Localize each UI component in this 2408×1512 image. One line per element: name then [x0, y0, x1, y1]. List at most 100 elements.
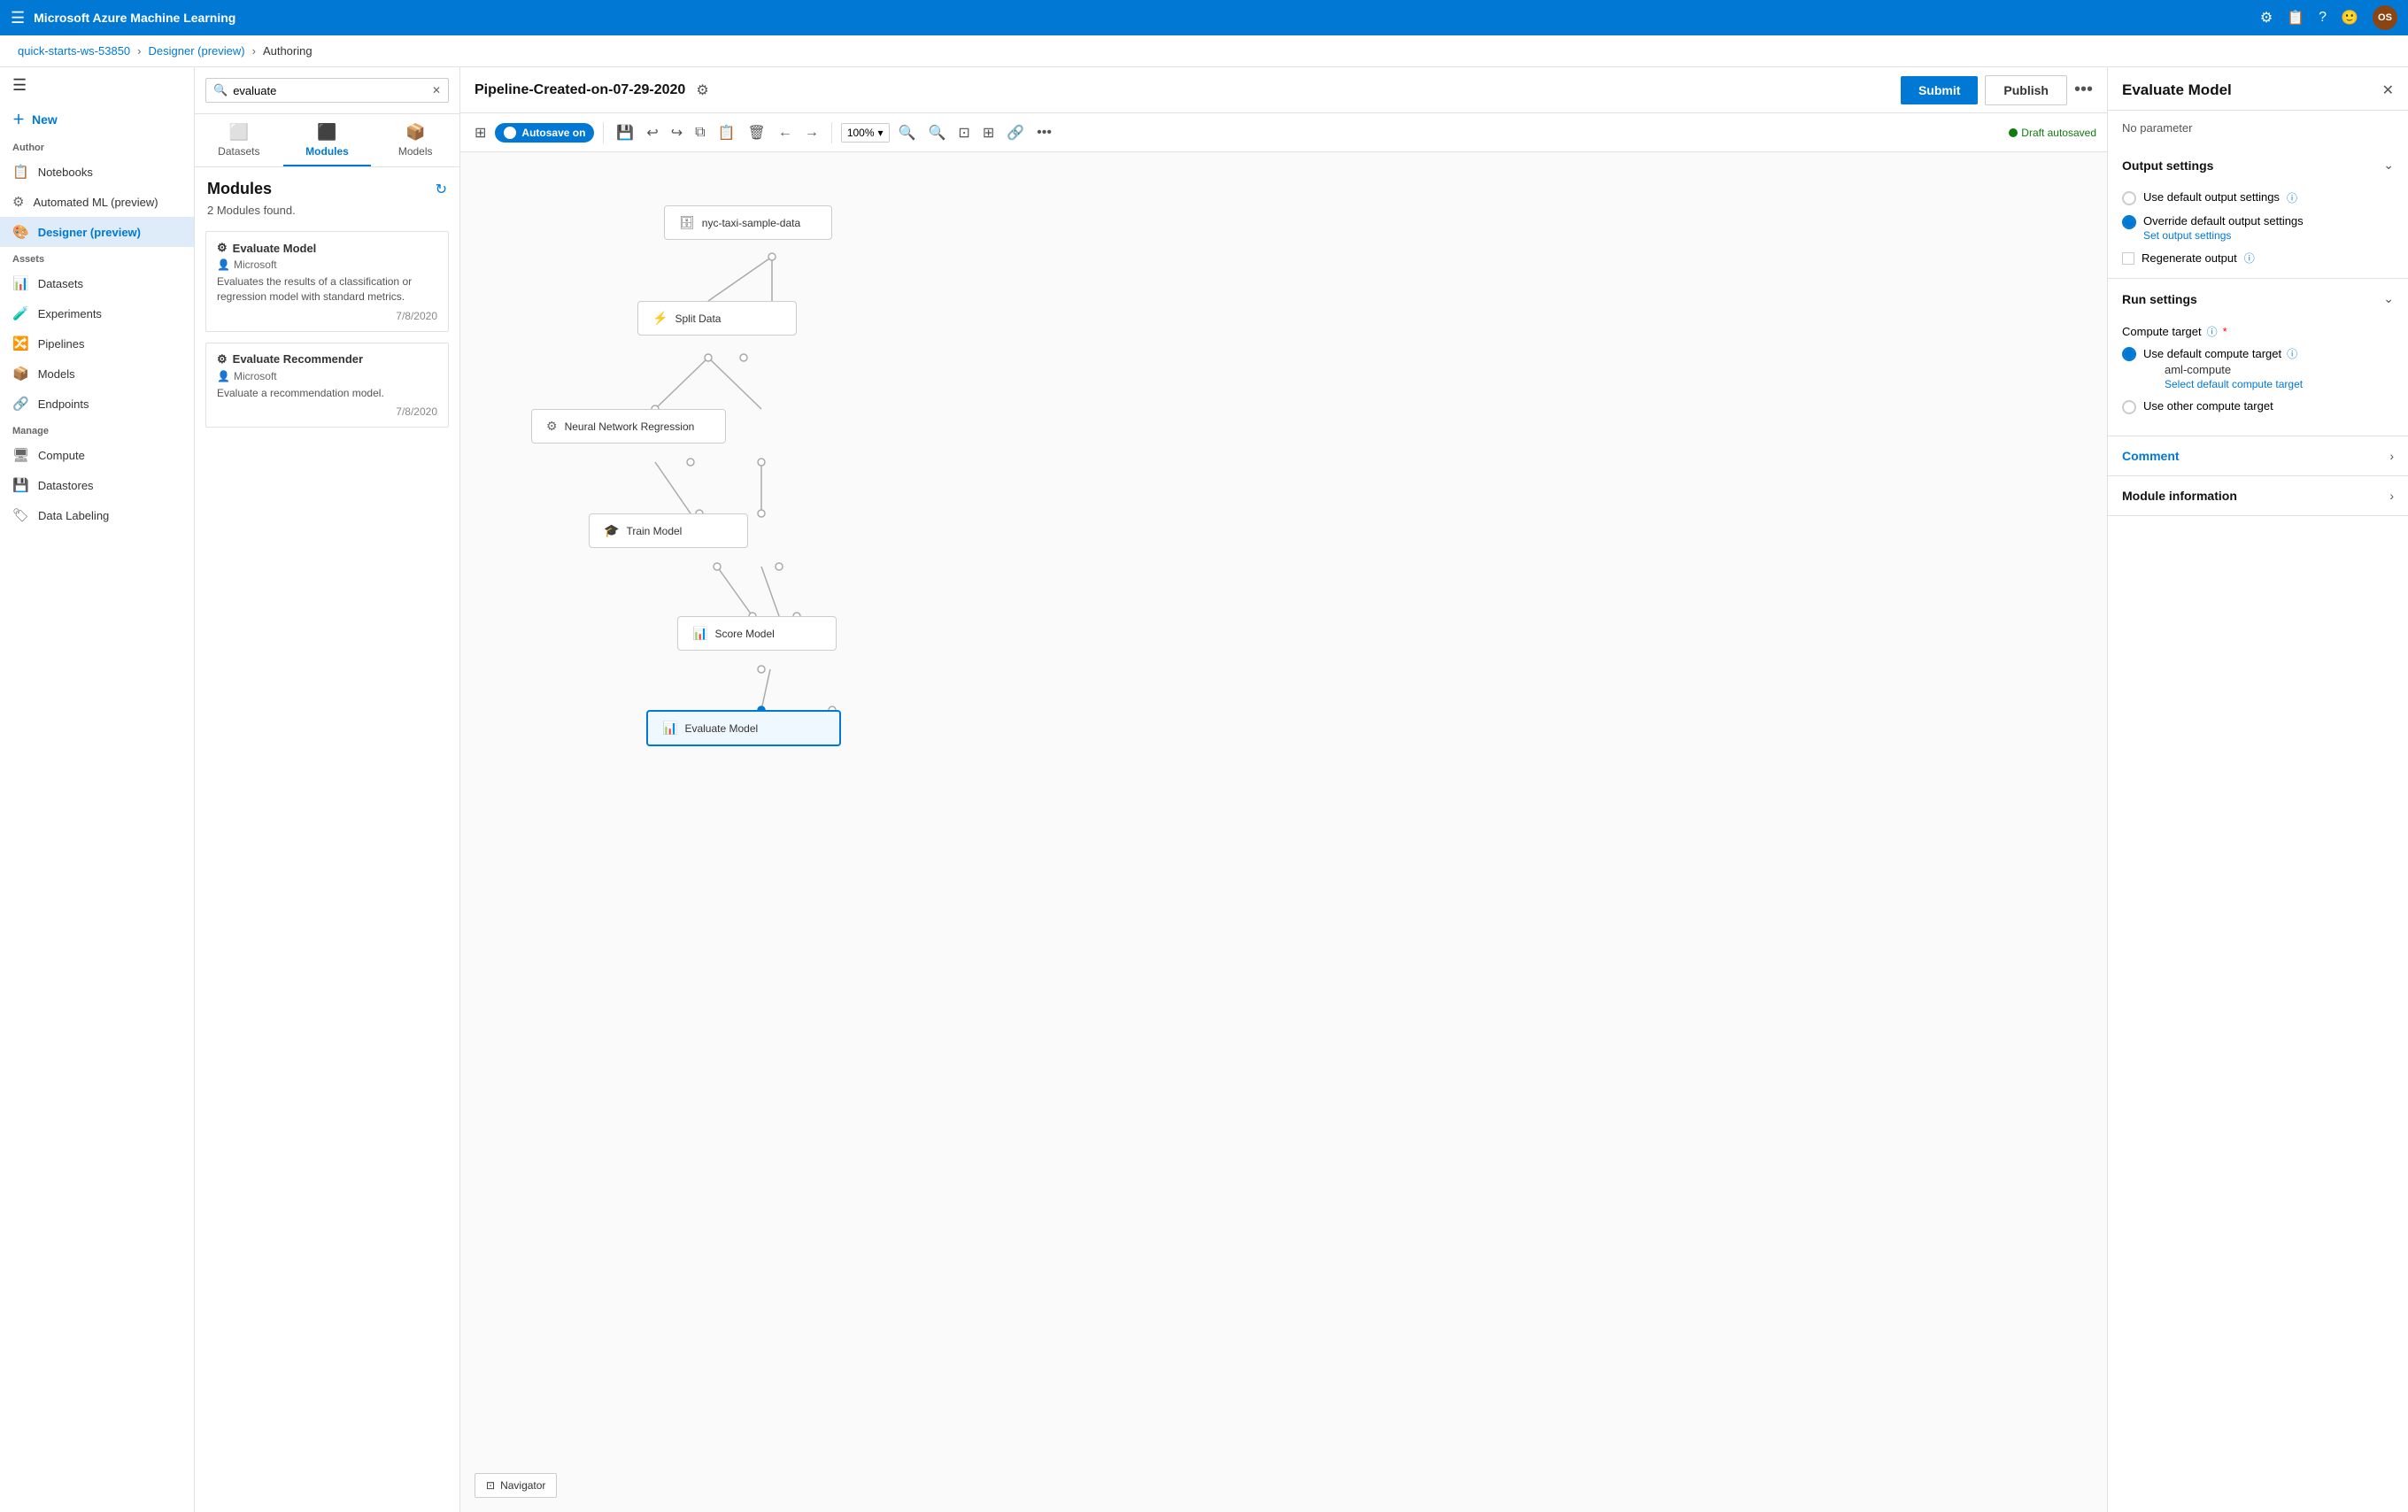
- sidebar-item-notebooks[interactable]: 📋 Notebooks: [0, 157, 194, 187]
- breadcrumb-workspace[interactable]: quick-starts-ws-53850: [18, 44, 130, 58]
- search-icon: 🔍: [213, 83, 228, 97]
- node-neural-net[interactable]: ⚙ Neural Network Regression: [531, 409, 726, 444]
- search-clear-icon[interactable]: ✕: [432, 84, 441, 96]
- left-panel: 🔍 ✕ ⬜ Datasets ⬛ Modules 📦 Models Module…: [195, 67, 460, 1512]
- sidebar-item-pipelines[interactable]: 🔀 Pipelines: [0, 328, 194, 359]
- sidebar-item-experiments[interactable]: 🧪 Experiments: [0, 298, 194, 328]
- layout-icon[interactable]: ⊞: [979, 120, 998, 145]
- paste-icon[interactable]: 📋: [714, 120, 739, 145]
- module-card-evaluate-model[interactable]: ⚙ Evaluate Model 👤 Microsoft Evaluates t…: [205, 231, 449, 332]
- undo-icon[interactable]: ↩: [643, 120, 661, 145]
- pipeline-settings-icon[interactable]: ⚙: [696, 81, 708, 99]
- back-icon[interactable]: ←: [775, 121, 796, 144]
- module-card-desc-0: Evaluates the results of a classificatio…: [217, 274, 437, 305]
- run-settings-header[interactable]: Run settings ⌄: [2108, 279, 2408, 319]
- endpoints-icon: 🔗: [12, 396, 29, 412]
- new-button[interactable]: ＋ New: [0, 104, 194, 135]
- smiley-icon[interactable]: 🙂: [2341, 9, 2358, 27]
- automatedml-icon: ⚙: [12, 194, 24, 210]
- right-panel-close[interactable]: ✕: [2382, 81, 2394, 99]
- sidebar-item-compute[interactable]: 🖥 Compute: [0, 440, 194, 470]
- hamburger-icon[interactable]: ☰: [11, 9, 25, 27]
- help-icon[interactable]: ?: [2319, 10, 2327, 26]
- use-other-compute-radio[interactable]: [2122, 400, 2136, 414]
- sidebar: ☰ ＋ New Author 📋 Notebooks ⚙ Automated M…: [0, 67, 195, 1512]
- use-default-output-radio[interactable]: [2122, 191, 2136, 205]
- redo-icon[interactable]: ↪: [668, 120, 686, 145]
- use-default-output-row: Use default output settings ⓘ: [2122, 190, 2394, 205]
- settings-icon[interactable]: ⚙: [2260, 9, 2273, 27]
- module-card-title-evaluate: ⚙ Evaluate Model: [217, 241, 437, 255]
- node-nyc-taxi[interactable]: 🗄 nyc-taxi-sample-data: [664, 205, 832, 240]
- regenerate-output-row: Regenerate output ⓘ: [2122, 251, 2394, 266]
- compute-icon: 🖥: [12, 447, 29, 463]
- sidebar-item-automated-ml[interactable]: ⚙ Automated ML (preview): [0, 187, 194, 217]
- delete-icon[interactable]: 🗑: [745, 120, 769, 145]
- tab-models[interactable]: 📦 Models: [371, 114, 459, 166]
- submit-button[interactable]: Submit: [1901, 76, 1978, 104]
- feedback-icon[interactable]: 📋: [2287, 9, 2304, 27]
- regenerate-help-icon[interactable]: ⓘ: [2244, 251, 2255, 266]
- pipeline-toolbar: Pipeline-Created-on-07-29-2020 ⚙ Submit …: [460, 67, 2107, 113]
- use-default-help-icon[interactable]: ⓘ: [2287, 190, 2297, 205]
- module-card-evaluate-recommender[interactable]: ⚙ Evaluate Recommender 👤 Microsoft Evalu…: [205, 343, 449, 428]
- sidebar-item-designer[interactable]: 🎨 Designer (preview): [0, 217, 194, 247]
- sidebar-item-models[interactable]: 📦 Models: [0, 359, 194, 389]
- use-default-compute-radio[interactable]: [2122, 347, 2136, 361]
- override-output-label: Override default output settings: [2143, 214, 2304, 228]
- search-input-wrap[interactable]: 🔍 ✕: [205, 78, 449, 103]
- sep1: [603, 122, 604, 143]
- regenerate-checkbox[interactable]: [2122, 252, 2134, 265]
- sidebar-item-data-labeling[interactable]: 🏷 Data Labeling: [0, 500, 194, 530]
- module-card-date-0: 7/8/2020: [217, 310, 437, 322]
- sidebar-item-endpoints[interactable]: 🔗 Endpoints: [0, 389, 194, 419]
- override-output-radio[interactable]: [2122, 215, 2136, 229]
- more-options-button[interactable]: •••: [2074, 80, 2093, 100]
- copy-icon[interactable]: ⧉: [691, 121, 708, 144]
- refresh-icon[interactable]: ↻: [436, 181, 447, 198]
- canvas-connections: [460, 152, 2107, 1512]
- graph-icon[interactable]: 🔗: [1003, 120, 1028, 145]
- tab-modules[interactable]: ⬛ Modules: [283, 114, 372, 166]
- zoom-select[interactable]: 100% ▾: [841, 123, 890, 143]
- avatar[interactable]: OS: [2373, 5, 2397, 30]
- sidebar-hamburger[interactable]: ☰: [0, 67, 194, 104]
- compute-help-icon[interactable]: ⓘ: [2207, 324, 2218, 339]
- default-compute-help[interactable]: ⓘ: [2287, 346, 2297, 361]
- experiments-icon: 🧪: [12, 305, 29, 321]
- compute-target-label: Compute target: [2122, 325, 2202, 338]
- topbar-icons: ⚙ 📋 ? 🙂 OS: [2260, 5, 2397, 30]
- modules-count: 2 Modules found.: [195, 204, 459, 226]
- breadcrumb-designer[interactable]: Designer (preview): [149, 44, 245, 58]
- zoom-in-icon[interactable]: 🔍: [924, 120, 949, 145]
- tab-datasets[interactable]: ⬜ Datasets: [195, 114, 283, 166]
- save-icon[interactable]: 💾: [613, 120, 637, 145]
- node-evaluate-model[interactable]: 📊 Evaluate Model: [646, 710, 841, 746]
- fit-icon[interactable]: ⊡: [954, 120, 973, 145]
- right-panel-header: Evaluate Model ✕: [2108, 67, 2408, 111]
- sidebar-item-datasets[interactable]: 📊 Datasets: [0, 268, 194, 298]
- override-output-row: Override default output settings Set out…: [2122, 214, 2394, 242]
- forward-icon[interactable]: →: [801, 121, 822, 144]
- node-split-data[interactable]: ⚡ Split Data: [637, 301, 797, 336]
- pipeline-canvas[interactable]: 🗄 nyc-taxi-sample-data ⚡ Split Data ⚙ Ne…: [460, 152, 2107, 1512]
- topbar: ☰ Microsoft Azure Machine Learning ⚙ 📋 ?…: [0, 0, 2408, 35]
- sidebar-item-datastores[interactable]: 💾 Datastores: [0, 470, 194, 500]
- node-score-model[interactable]: 📊 Score Model: [677, 616, 837, 651]
- manage-section-label: Manage: [0, 419, 194, 440]
- zoom-out-icon[interactable]: 🔍: [895, 120, 920, 145]
- comment-section[interactable]: Comment ›: [2108, 436, 2408, 476]
- search-input[interactable]: [233, 84, 427, 97]
- publish-button[interactable]: Publish: [1985, 75, 2067, 105]
- output-settings-header[interactable]: Output settings ⌄: [2108, 145, 2408, 185]
- navigator-button[interactable]: ⊡ Navigator: [475, 1473, 557, 1498]
- set-output-link[interactable]: Set output settings: [2143, 229, 2304, 242]
- select-compute-link[interactable]: Select default compute target: [2165, 378, 2303, 390]
- more-icon[interactable]: •••: [1033, 121, 1055, 144]
- autosave-toggle[interactable]: Autosave on: [495, 123, 594, 143]
- use-default-output-label: Use default output settings: [2143, 190, 2280, 204]
- module-info-section[interactable]: Module information ›: [2108, 476, 2408, 516]
- node-train-model[interactable]: 🎓 Train Model: [589, 513, 748, 548]
- tabs-row: ⬜ Datasets ⬛ Modules 📦 Models: [195, 114, 459, 167]
- layers-icon[interactable]: ⊞: [471, 120, 490, 145]
